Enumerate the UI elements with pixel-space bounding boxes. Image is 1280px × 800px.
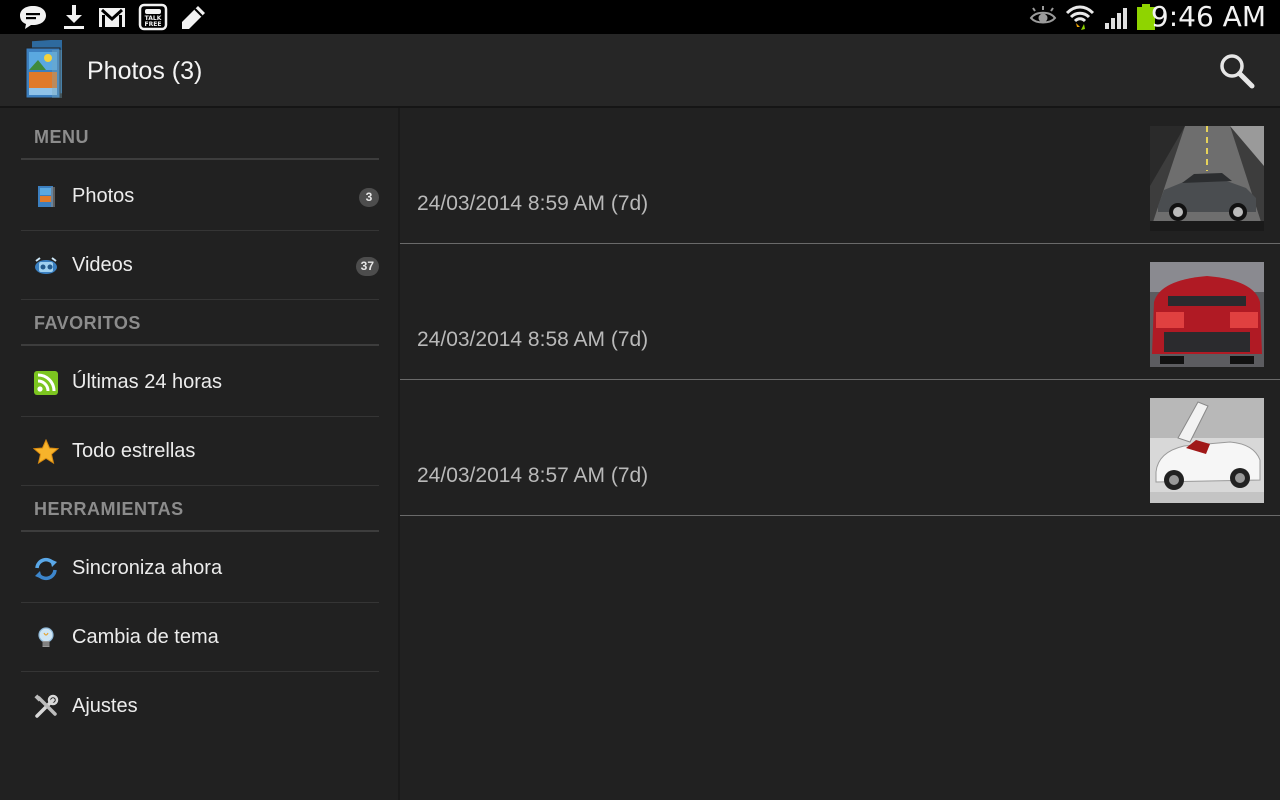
- action-bar: Photos (3): [0, 34, 1280, 108]
- rss-icon: [34, 371, 58, 395]
- photo-list: 24/03/2014 8:59 AM (7d) 24/03/2014 8:58 …: [400, 108, 1280, 800]
- photo-thumbnail[interactable]: [1150, 126, 1264, 231]
- signal-icon: [1105, 8, 1127, 29]
- list-item[interactable]: 24/03/2014 8:57 AM (7d): [400, 380, 1280, 516]
- download-icon: [64, 5, 84, 29]
- chat-bubble-icon: [20, 6, 46, 29]
- talkfree-icon: TALK FREE: [138, 3, 168, 31]
- star-icon: [33, 439, 59, 465]
- navigation-drawer: MENU Photos 3 Videos 37 FAVORITOS Última…: [0, 108, 400, 800]
- sidebar-item-label: Cambia de tema: [72, 626, 219, 648]
- sidebar-item-todo-estrellas[interactable]: Todo estrellas: [21, 417, 379, 486]
- svg-text:FREE: FREE: [145, 21, 162, 28]
- page-title: Photos (3): [87, 57, 203, 85]
- wifi-icon: [1065, 5, 1095, 30]
- photo-timestamp: 24/03/2014 8:58 AM (7d): [417, 328, 649, 351]
- eye-icon: [1029, 6, 1057, 24]
- sidebar-item-label: Últimas 24 horas: [72, 371, 223, 393]
- sidebar-item-label: Photos: [72, 185, 135, 207]
- photo-timestamp: 24/03/2014 8:57 AM (7d): [417, 464, 649, 487]
- photo-timestamp: 24/03/2014 8:59 AM (7d): [417, 192, 649, 215]
- count-badge: 3: [359, 188, 379, 207]
- sync-icon: [35, 557, 57, 581]
- sidebar-item-sincroniza-ahora[interactable]: Sincroniza ahora: [21, 534, 379, 603]
- section-header-favoritos: FAVORITOS: [21, 294, 379, 346]
- sidebar-item-label: Todo estrellas: [72, 440, 196, 462]
- status-bar: TALK FREE 9:46 AM: [0, 0, 1280, 34]
- sidebar-item-label: Ajustes: [72, 695, 138, 717]
- sidebar-item-label: Sincroniza ahora: [72, 557, 223, 579]
- count-badge: 37: [355, 257, 379, 276]
- sidebar-item-label: Videos: [72, 254, 133, 276]
- sidebar-item-cambia-de-tema[interactable]: Cambia de tema: [21, 603, 379, 672]
- section-header-menu: MENU: [21, 108, 379, 160]
- sidebar-item-ultimas-24-horas[interactable]: Últimas 24 horas: [21, 348, 379, 417]
- photos-app-icon[interactable]: [22, 40, 68, 102]
- sidebar-item-photos[interactable]: Photos 3: [21, 162, 379, 231]
- gmail-icon: [99, 8, 125, 27]
- photo-thumbnail[interactable]: [1150, 262, 1264, 367]
- lightbulb-icon: [38, 627, 54, 647]
- search-icon[interactable]: [1216, 50, 1258, 92]
- clock: 9:46 AM: [1150, 0, 1266, 33]
- photos-icon: [38, 186, 55, 207]
- sidebar-item-ajustes[interactable]: Ajustes: [21, 672, 379, 741]
- pencil-icon: [182, 6, 205, 29]
- section-header-herramientas: HERRAMIENTAS: [21, 480, 379, 532]
- list-item[interactable]: 24/03/2014 8:58 AM (7d): [400, 244, 1280, 380]
- list-item[interactable]: 24/03/2014 8:59 AM (7d): [400, 108, 1280, 244]
- photo-thumbnail[interactable]: [1150, 398, 1264, 503]
- sidebar-item-videos[interactable]: Videos 37: [21, 231, 379, 300]
- videos-icon: [35, 257, 57, 274]
- tools-icon: [34, 694, 59, 718]
